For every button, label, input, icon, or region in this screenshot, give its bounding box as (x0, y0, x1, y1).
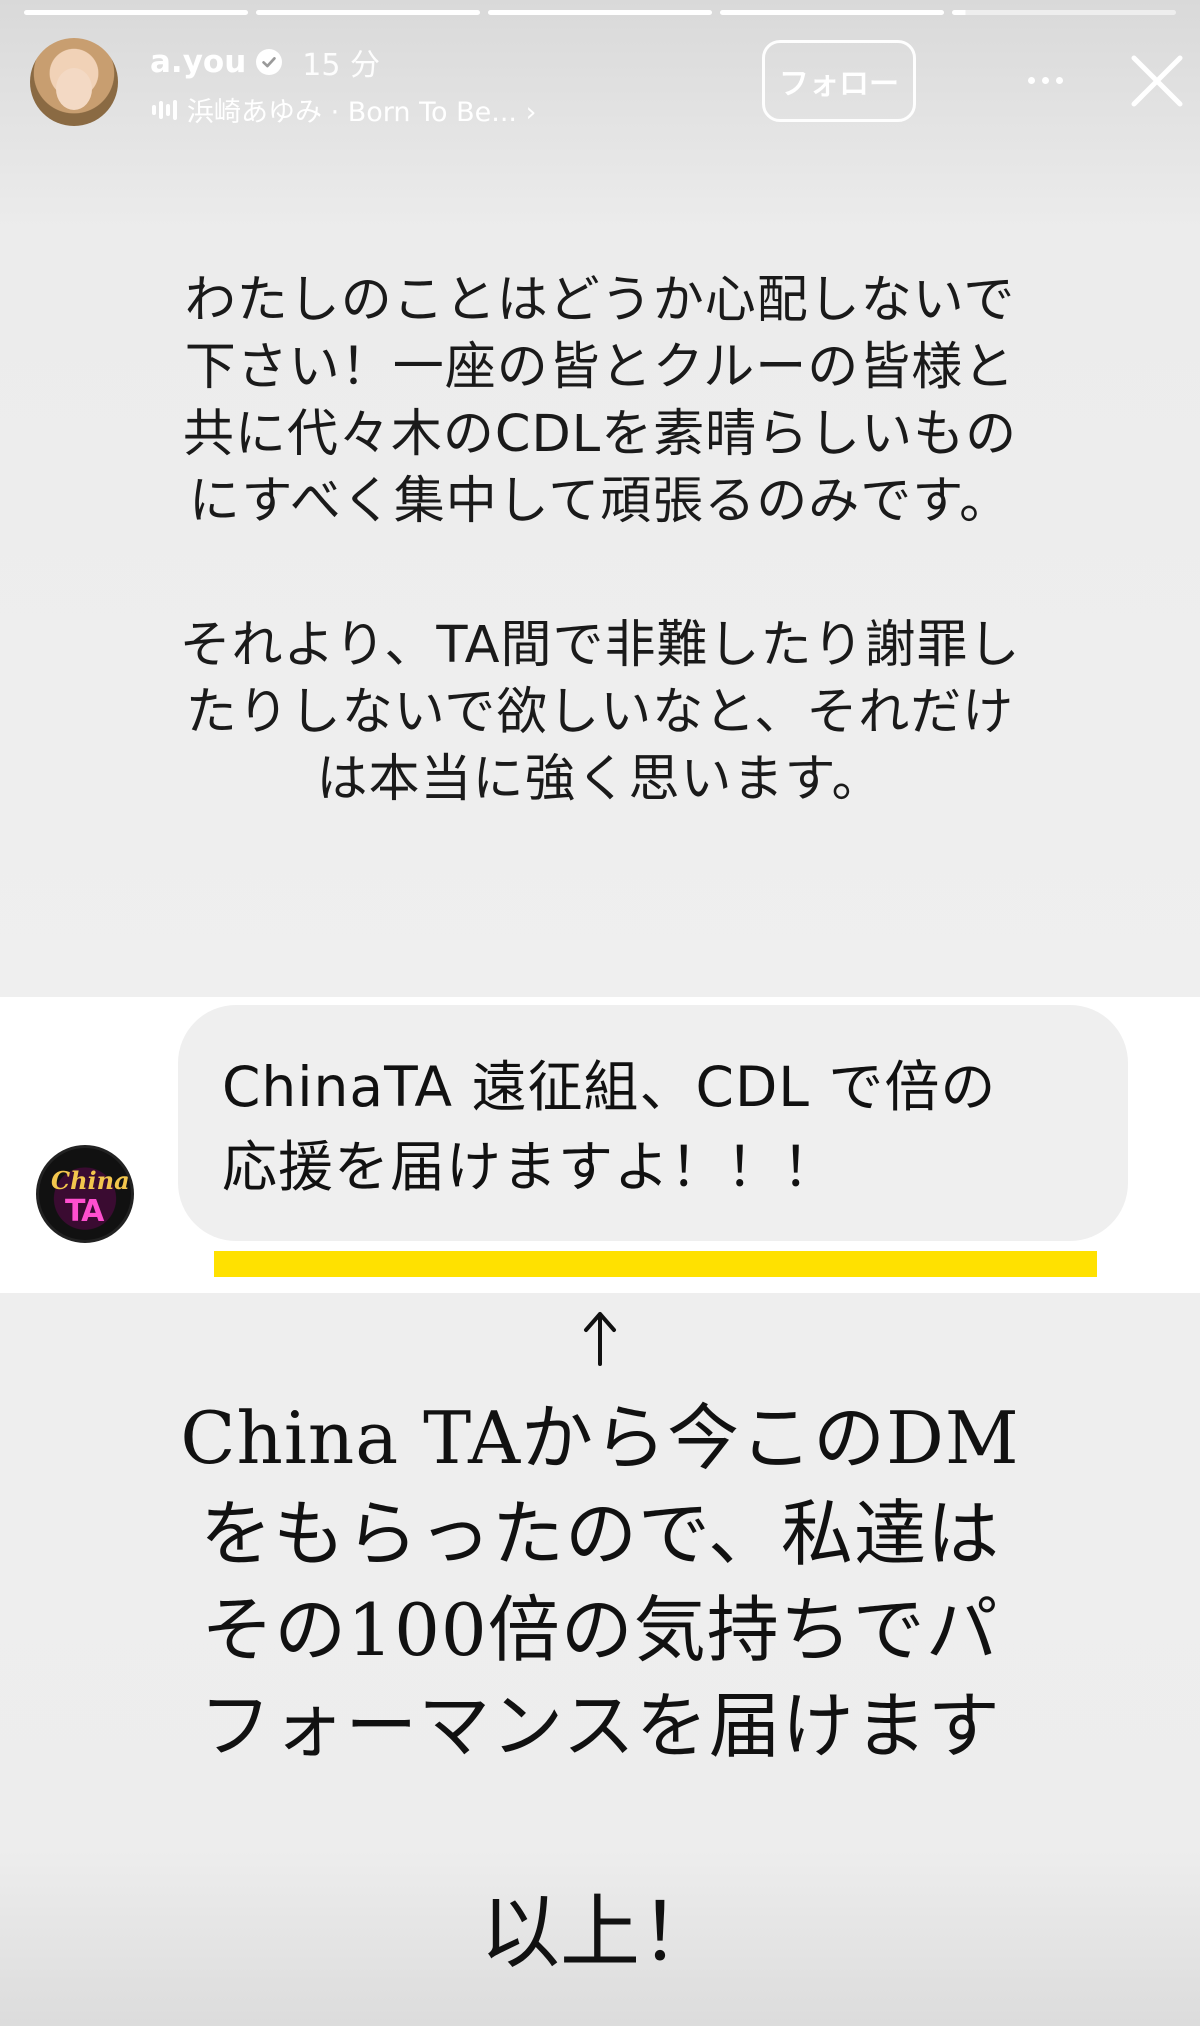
avatar-text-china: China (51, 1166, 130, 1195)
highlight-underline (214, 1251, 1097, 1277)
close-icon[interactable] (1122, 46, 1192, 116)
dm-sender-avatar: China TA (36, 1145, 134, 1243)
dm-message-bubble: ChinaTA 遠征組、CDL で倍の 応援を届けますよ！！！ (178, 1005, 1128, 1241)
progress-segment (256, 10, 480, 15)
music-attribution[interactable]: 浜崎あゆみ · Born To Be... › (152, 90, 536, 129)
user-line: a.you 15 分 (150, 40, 380, 84)
message-paragraph-1: わたしのことはどうか心配しないで 下さい！一座の皆とクルーの皆様と 共に代々木の… (182, 271, 1018, 531)
up-arrow-icon (578, 1308, 622, 1368)
story-header: a.you 15 分 浜崎あゆみ · Born To Be... › フォロー (30, 38, 1183, 129)
username[interactable]: a.you (150, 44, 246, 80)
progress-segment (488, 10, 712, 15)
verified-badge-icon (256, 49, 283, 75)
post-time: 15 分 (302, 48, 380, 83)
progress-segment (24, 10, 248, 15)
message-paragraph-2: それより、TA間で非難したり謝罪し たりしないで欲しいなと、それだけ は本当に強… (179, 616, 1021, 809)
avatar-text-ta: TA (65, 1194, 104, 1229)
story-progress-bar (24, 10, 1176, 15)
progress-segment-current (952, 10, 1176, 15)
closing-text: 以上！ (480, 1886, 720, 1979)
music-bars-icon (152, 99, 177, 120)
follow-button[interactable]: フォロー (762, 40, 916, 122)
caption-text: China TAから今このDM をもらったので、私達は その100倍の気持ちでパ… (180, 1396, 1020, 1768)
profile-avatar[interactable] (30, 38, 118, 126)
music-label: 浜崎あゆみ · Born To Be... › (187, 97, 537, 128)
more-options-icon[interactable] (1015, 60, 1075, 100)
progress-segment (720, 10, 944, 15)
